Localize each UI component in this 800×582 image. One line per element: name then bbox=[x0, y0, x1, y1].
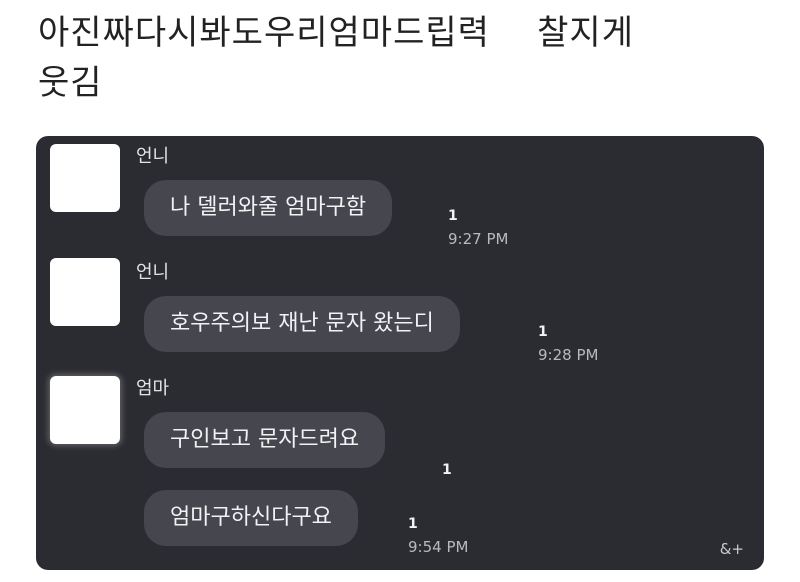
unread-count: 1 bbox=[408, 516, 418, 532]
message-time: 9:28 PM bbox=[538, 346, 599, 364]
sender-name: 엄마 bbox=[136, 378, 170, 399]
message-time: 9:27 PM bbox=[448, 230, 509, 248]
message-bubble[interactable]: 구인보고 문자드려요 bbox=[144, 412, 386, 468]
unread-count: 1 bbox=[448, 208, 458, 224]
unread-count: 1 bbox=[442, 462, 452, 478]
message-time: 9:54 PM bbox=[408, 538, 469, 556]
avatar-mom[interactable] bbox=[50, 376, 120, 444]
chat-screenshot: 언니 나 델러와줄 엄마구함 1 9:27 PM 언니 호우주의보 재난 문자 … bbox=[36, 136, 764, 570]
sender-name: 언니 bbox=[136, 146, 170, 167]
message-bubble[interactable]: 나 델러와줄 엄마구함 bbox=[144, 180, 393, 236]
unread-count: 1 bbox=[538, 324, 548, 340]
sender-name: 언니 bbox=[136, 262, 170, 283]
share-icon[interactable]: &+ bbox=[720, 540, 744, 558]
post-title: 아진짜다시봐도우리엄마드립력 찰지게 웃김 bbox=[38, 13, 634, 103]
avatar-sister[interactable] bbox=[50, 144, 120, 212]
message-bubble[interactable]: 엄마구하신다구요 bbox=[144, 490, 358, 546]
message-bubble[interactable]: 호우주의보 재난 문자 왔는디 bbox=[144, 296, 460, 352]
avatar-sister[interactable] bbox=[50, 258, 120, 326]
